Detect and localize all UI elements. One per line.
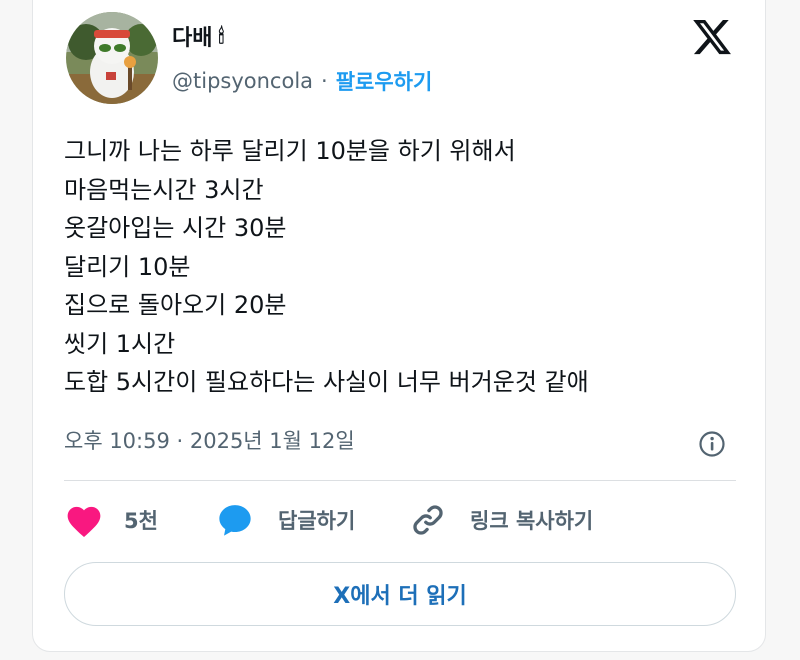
copy-link-button[interactable]: 링크 복사하기	[410, 502, 593, 538]
x-logo-icon[interactable]	[690, 16, 734, 58]
like-button[interactable]: 5천	[64, 502, 174, 538]
author-name-text: 다배	[172, 26, 213, 51]
heart-icon	[67, 506, 101, 538]
link-icon	[413, 505, 443, 535]
copy-link-label: 링크 복사하기	[470, 509, 594, 533]
reply-button[interactable]: 답글하기	[216, 502, 386, 538]
handle-row: @tipsyoncola · 팔로우하기	[172, 66, 432, 96]
author-name[interactable]: 다배 🕯	[172, 20, 224, 52]
action-bar: 5천 답글하기 링크 복사하기	[64, 502, 593, 538]
tweet-text: 그니까 나는 하루 달리기 10분을 하기 위해서 마음먹는시간 3시간 옷갈아…	[64, 137, 589, 396]
candle-icon: 🕯	[218, 24, 225, 48]
tweet-timestamp[interactable]: 오후 10:59 · 2025년 1월 12일	[64, 425, 355, 455]
author-handle[interactable]: @tipsyoncola	[172, 69, 313, 93]
speech-bubble-icon	[219, 505, 251, 536]
avatar-image	[66, 12, 158, 104]
handle-separator: ·	[321, 69, 328, 93]
divider	[64, 480, 736, 481]
avatar[interactable]	[66, 12, 158, 104]
info-icon[interactable]	[698, 430, 726, 458]
read-more-label: X에서 더 읽기	[333, 584, 467, 609]
like-count: 5천	[124, 509, 158, 533]
reply-label: 답글하기	[278, 509, 356, 533]
follow-button[interactable]: 팔로우하기	[336, 66, 433, 96]
read-more-button[interactable]: X에서 더 읽기	[64, 562, 736, 626]
